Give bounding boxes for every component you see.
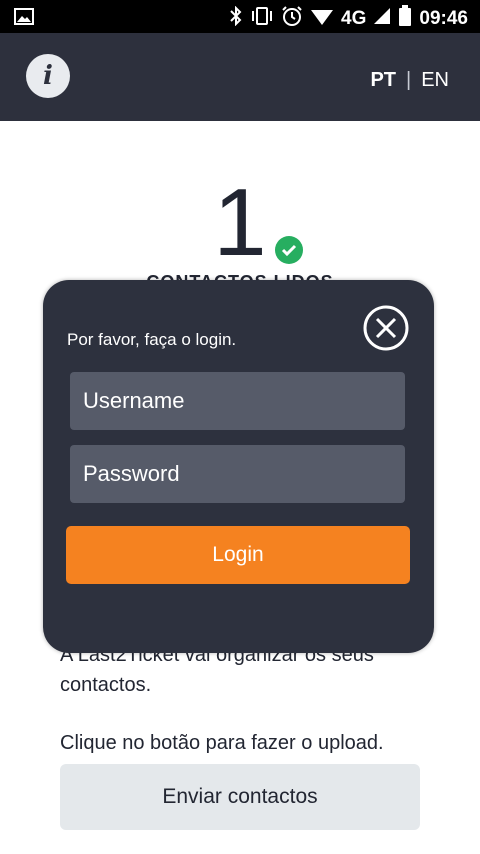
login-prompt: Por favor, faça o login. [67,330,237,349]
password-input[interactable]: Password [70,445,405,503]
alarm-icon [281,5,303,32]
app-header: i PT | EN [0,33,480,121]
network-type-label: 4G [341,7,367,29]
gallery-notification-icon [14,8,34,30]
clock: 09:46 [419,7,468,29]
info-icon-glyph: i [43,61,53,91]
status-bar: 4G 09:46 [0,0,480,33]
contacts-count: 1 [213,169,267,276]
login-modal: Por favor, faça o login. Username Passwo… [43,280,434,653]
close-icon[interactable] [363,305,409,351]
password-placeholder: Password [83,461,180,486]
lang-separator: | [406,69,412,91]
bluetooth-icon [229,5,243,31]
info-icon[interactable]: i [26,54,70,98]
upload-hint-text: Clique no botão para fazer o upload. [60,732,384,754]
language-switcher: PT | EN [370,69,449,92]
check-icon [275,236,303,264]
username-placeholder: Username [83,388,185,413]
lang-pt-link[interactable]: PT [370,69,396,92]
wifi-icon [310,6,334,31]
send-contacts-button[interactable]: Enviar contactos [60,764,420,830]
lang-en-link[interactable]: EN [421,69,449,92]
username-input[interactable]: Username [70,372,405,430]
vibrate-icon [250,6,274,31]
login-button[interactable]: Login [66,526,410,584]
signal-icon [373,7,391,30]
battery-icon [398,5,412,32]
